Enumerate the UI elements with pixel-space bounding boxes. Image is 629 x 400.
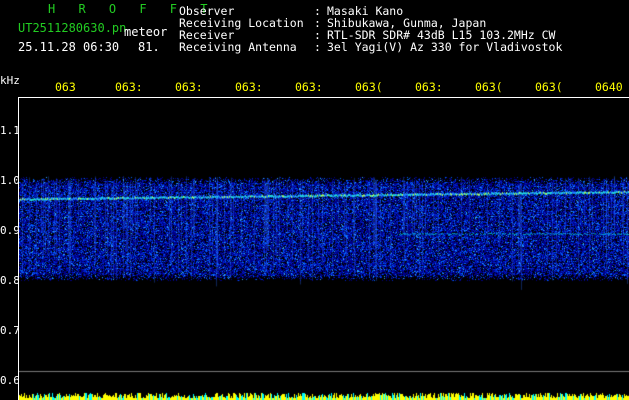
info-antenna-sep: :	[314, 40, 321, 54]
type-label: meteor	[124, 25, 168, 39]
x-tick-label: 063(	[475, 80, 503, 94]
x-tick-label: 063:	[175, 80, 203, 94]
x-tick-label: 063(	[355, 80, 383, 94]
info-antenna-label: Receiving Antenna	[179, 40, 297, 54]
y-tick-label: 0.9	[0, 224, 20, 237]
y-tick-label: 0.7	[0, 324, 20, 337]
timestamp: 25.11.28 06:30	[18, 40, 120, 54]
y-axis-unit-label: kHz	[0, 74, 20, 87]
x-tick-label: 063:	[235, 80, 263, 94]
filename: UT2511280630.pn	[18, 21, 127, 35]
x-tick-label: 063	[55, 80, 76, 94]
x-tick-label: 063:	[295, 80, 323, 94]
y-tick-label: 1.0	[0, 174, 20, 187]
spectrogram-plot	[18, 97, 629, 400]
x-tick-label: 063(	[535, 80, 563, 94]
hrofft-window: H R O F F T UT2511280630.pn meteor 25.11…	[0, 0, 629, 400]
y-tick-label: 1.1	[0, 124, 20, 137]
meteor-count: 81.	[138, 40, 160, 54]
y-tick-label: 0.6	[0, 374, 20, 387]
info-antenna-value: 3el Yagi(V) Az 330 for Vladivostok	[327, 40, 563, 54]
y-tick-label: 0.8	[0, 274, 20, 287]
spectrogram-canvas	[19, 98, 629, 400]
x-tick-label: 063:	[115, 80, 143, 94]
x-tick-label: 0640	[595, 80, 623, 94]
x-tick-label: 063:	[415, 80, 443, 94]
